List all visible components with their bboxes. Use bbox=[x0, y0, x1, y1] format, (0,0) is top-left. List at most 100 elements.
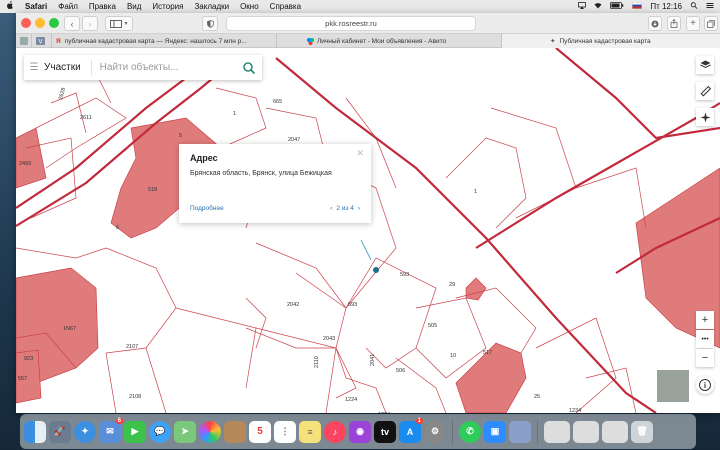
app-store-icon[interactable]: A1 bbox=[399, 417, 423, 443]
trash-icon[interactable]: 🗑 bbox=[631, 420, 653, 443]
minimized-window-1[interactable] bbox=[544, 420, 570, 443]
new-tab-button[interactable]: + bbox=[686, 16, 700, 31]
battery-icon[interactable] bbox=[610, 2, 624, 11]
menubar-clock[interactable]: Пт 12:16 bbox=[650, 2, 682, 11]
search-icon[interactable] bbox=[242, 61, 256, 75]
apple-tv-icon[interactable]: tv bbox=[374, 420, 396, 443]
whatsapp-icon[interactable]: ✆ bbox=[459, 420, 481, 443]
layers-icon bbox=[699, 60, 711, 69]
close-window-button[interactable] bbox=[21, 18, 31, 28]
app-menu-safari[interactable]: Safari bbox=[25, 2, 47, 11]
menu-view[interactable]: Вид bbox=[127, 2, 141, 11]
close-icon[interactable]: ✕ bbox=[356, 148, 364, 159]
zoom-icon[interactable]: ▣ bbox=[484, 420, 506, 443]
object-search-input[interactable] bbox=[91, 62, 222, 73]
reminders-icon[interactable]: ⋮ bbox=[274, 420, 296, 443]
privacy-report-button[interactable] bbox=[202, 16, 218, 31]
hamburger-menu-icon[interactable]: ☰ bbox=[24, 62, 44, 73]
avito-favicon-icon bbox=[307, 37, 314, 45]
map-label: 6 bbox=[116, 225, 119, 231]
preview-icon[interactable] bbox=[509, 420, 531, 443]
facetime-icon[interactable]: ▶ bbox=[124, 420, 146, 443]
download-icon bbox=[651, 20, 659, 27]
ruler-icon bbox=[700, 85, 711, 96]
map-label: 2628 bbox=[58, 87, 67, 100]
more-tools-button[interactable]: ••• bbox=[696, 330, 714, 348]
zoom-in-button[interactable]: + bbox=[696, 311, 714, 329]
spotlight-icon[interactable] bbox=[690, 2, 698, 11]
maps-icon[interactable]: ➤ bbox=[174, 420, 196, 443]
pinned-tab-1[interactable] bbox=[16, 34, 32, 48]
address-text: pkk.rosreestr.ru bbox=[325, 19, 377, 28]
mail-icon[interactable]: ✉ 6 bbox=[99, 417, 123, 443]
notes-icon[interactable]: ≡ bbox=[299, 420, 321, 443]
calendar-day: 5 bbox=[257, 426, 263, 437]
address-bar[interactable]: pkk.rosreestr.ru bbox=[226, 16, 476, 31]
yandex-favicon-icon: Я bbox=[56, 37, 61, 45]
messages-icon[interactable]: 💬 bbox=[149, 420, 171, 443]
map-label: 505 bbox=[428, 323, 437, 329]
menu-window[interactable]: Окно bbox=[240, 2, 259, 11]
photos-icon[interactable] bbox=[199, 420, 221, 443]
airplay-icon[interactable] bbox=[578, 2, 587, 11]
prev-result-button[interactable]: ‹ bbox=[330, 205, 332, 212]
map-label: 1 bbox=[474, 189, 477, 195]
menu-edit[interactable]: Правка bbox=[89, 2, 116, 11]
tab-overview-button[interactable] bbox=[704, 16, 718, 31]
measure-button[interactable] bbox=[696, 82, 714, 100]
menu-file[interactable]: Файл bbox=[58, 2, 78, 11]
forward-button[interactable]: › bbox=[82, 16, 98, 31]
tab-avito[interactable]: Личный кабинет - Мои объявления - Авито bbox=[277, 34, 502, 48]
info-button[interactable]: i bbox=[696, 376, 714, 394]
app-store-badge: 1 bbox=[415, 417, 423, 424]
map-label: 2107 bbox=[126, 344, 138, 350]
menu-bookmarks[interactable]: Закладки bbox=[194, 2, 229, 11]
tab-yandex-search[interactable]: Я публичная кадастровая карта — Яндекс: … bbox=[52, 34, 277, 48]
minimized-window-2[interactable] bbox=[573, 420, 599, 443]
tab-cadastral-map[interactable]: ✦ Публичная кадастровая карта bbox=[502, 34, 720, 48]
category-selector[interactable]: Участки bbox=[44, 60, 92, 75]
launchpad-icon[interactable]: 🚀 bbox=[49, 420, 71, 443]
share-button[interactable] bbox=[667, 16, 681, 31]
sidebar-toggle-button[interactable]: ▾ bbox=[105, 16, 133, 31]
calendar-icon[interactable]: 5 bbox=[249, 420, 271, 443]
vk-favicon-icon: V bbox=[36, 37, 45, 45]
minimized-window-3[interactable] bbox=[602, 420, 628, 443]
back-button[interactable]: ‹ bbox=[64, 16, 80, 31]
finder-icon[interactable] bbox=[24, 420, 46, 443]
map-label: 518 bbox=[148, 187, 157, 193]
details-link[interactable]: Подробнее bbox=[190, 205, 224, 212]
next-result-button[interactable]: › bbox=[358, 205, 360, 212]
podcasts-icon[interactable]: ◉ bbox=[349, 420, 371, 443]
menu-history[interactable]: История bbox=[152, 2, 183, 11]
contacts-icon[interactable] bbox=[224, 420, 246, 443]
map-label: 2043 bbox=[323, 336, 335, 342]
rosreestr-favicon-icon: ✦ bbox=[550, 38, 556, 45]
wifi-icon[interactable] bbox=[594, 2, 602, 11]
safari-icon[interactable]: ✦ bbox=[74, 420, 96, 443]
keyboard-layout-icon[interactable] bbox=[632, 2, 643, 11]
popup-pointer-line bbox=[360, 239, 372, 261]
basemap-switcher-thumbnail[interactable] bbox=[656, 369, 690, 403]
layers-button[interactable] bbox=[696, 56, 714, 74]
zoom-out-button[interactable]: − bbox=[696, 349, 714, 367]
zoom-window-button[interactable] bbox=[49, 18, 59, 28]
downloads-button[interactable] bbox=[648, 16, 662, 31]
parcel-layer[interactable]: 2628 2611 2493 1 665 2047 5 518 6 1 593 … bbox=[16, 48, 720, 413]
compass-button[interactable] bbox=[696, 108, 714, 126]
tabs-icon bbox=[707, 19, 715, 28]
menu-help[interactable]: Справка bbox=[270, 2, 301, 11]
popup-title: Адрес bbox=[190, 153, 218, 163]
pinned-tab-2[interactable]: V bbox=[32, 34, 52, 48]
music-icon[interactable]: ♪ bbox=[324, 420, 346, 443]
control-center-icon[interactable] bbox=[706, 2, 714, 11]
popup-address: Брянская область, Брянск, улица Бежицкая bbox=[190, 170, 332, 177]
tab-label: Личный кабинет - Мои объявления - Авито bbox=[317, 37, 447, 45]
tab-label: Публичная кадастровая карта bbox=[559, 37, 651, 45]
map-label: 5 bbox=[179, 133, 182, 139]
cadastral-map[interactable]: 2628 2611 2493 1 665 2047 5 518 6 1 593 … bbox=[16, 48, 720, 413]
map-label: 2042 bbox=[287, 302, 299, 308]
apple-menu-icon[interactable] bbox=[6, 1, 14, 12]
minimize-window-button[interactable] bbox=[35, 18, 45, 28]
system-preferences-icon[interactable]: ⚙ bbox=[424, 420, 446, 443]
